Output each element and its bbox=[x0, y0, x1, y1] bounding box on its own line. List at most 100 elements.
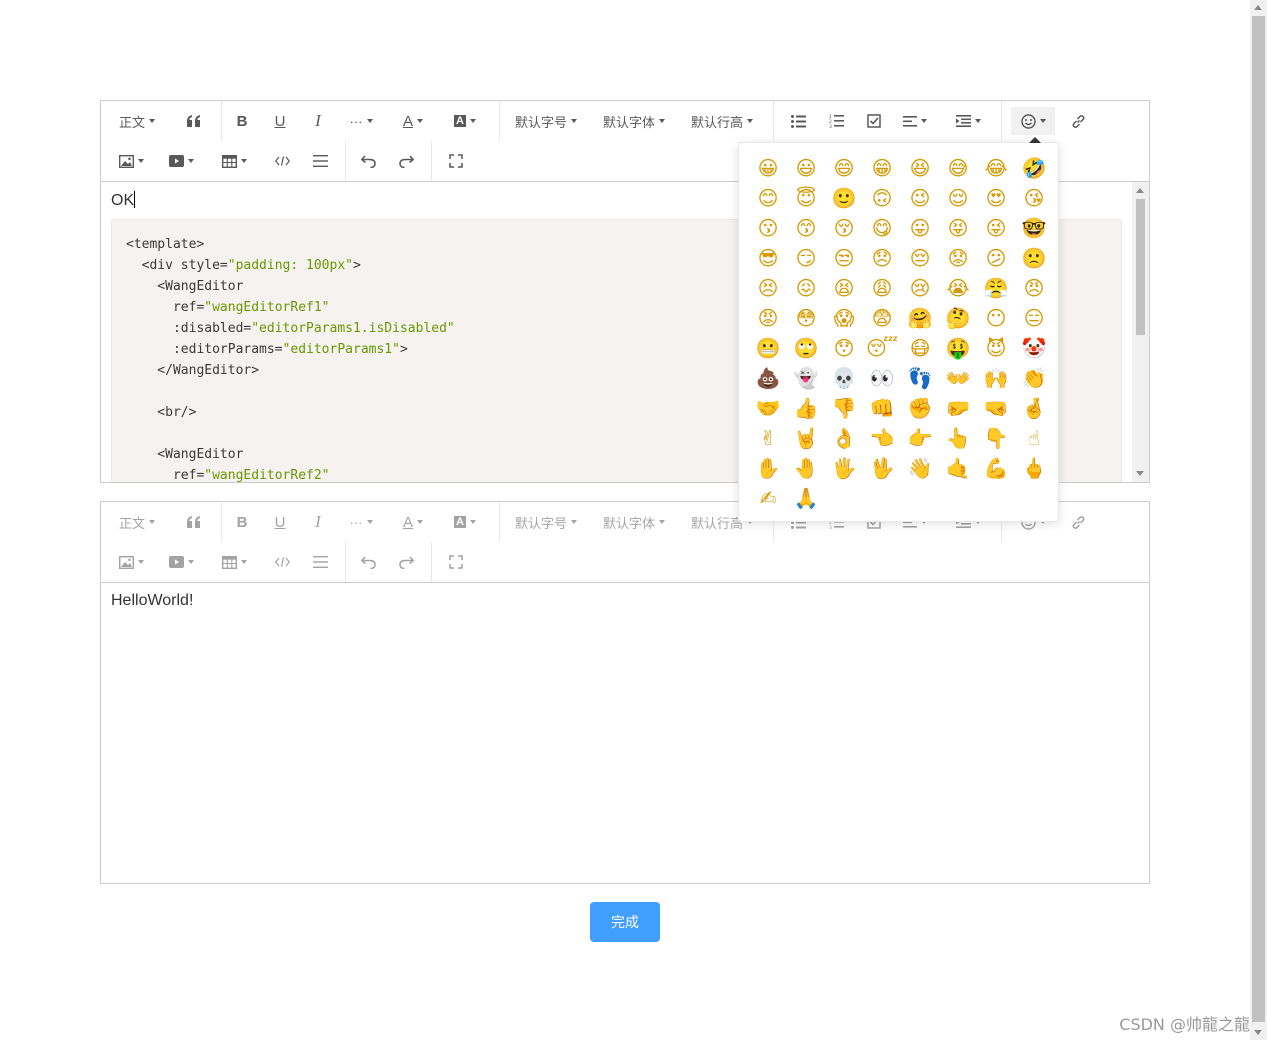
emoji-item[interactable]: 😙 bbox=[787, 213, 825, 243]
emoji-item[interactable]: 👎 bbox=[825, 393, 863, 423]
emoji-item[interactable]: 💪 bbox=[977, 453, 1015, 483]
emoji-item[interactable]: 😷 bbox=[901, 333, 939, 363]
emoji-item[interactable]: 😤 bbox=[977, 273, 1015, 303]
line-height-select[interactable]: 默认行高 bbox=[687, 107, 757, 135]
emoji-item[interactable]: 🖖 bbox=[863, 453, 901, 483]
emoji-item[interactable]: 🖐 bbox=[825, 453, 863, 483]
done-button[interactable]: 完成 bbox=[590, 902, 660, 942]
emoji-item[interactable]: 👣 bbox=[901, 363, 939, 393]
editor-content[interactable]: HelloWorld! bbox=[101, 583, 1149, 883]
italic-button[interactable]: I bbox=[303, 508, 333, 536]
emoji-item[interactable]: 💀 bbox=[825, 363, 863, 393]
emoji-item[interactable]: 👍 bbox=[787, 393, 825, 423]
emoji-item[interactable]: 😬 bbox=[749, 333, 787, 363]
emoji-item[interactable]: 😃 bbox=[787, 153, 825, 183]
emoji-item[interactable]: 🤑 bbox=[939, 333, 977, 363]
emoji-item[interactable]: 😇 bbox=[787, 183, 825, 213]
blockquote-button[interactable] bbox=[179, 508, 209, 536]
insert-image-button[interactable] bbox=[115, 147, 147, 175]
italic-button[interactable]: I bbox=[303, 107, 333, 135]
page-scroll-up-icon[interactable] bbox=[1254, 5, 1262, 10]
emoji-item[interactable]: 👻 bbox=[787, 363, 825, 393]
insert-image-button[interactable] bbox=[115, 548, 147, 576]
heading-select[interactable]: 正文 bbox=[115, 107, 159, 135]
emoji-item[interactable]: 😗 bbox=[749, 213, 787, 243]
emoji-item[interactable]: 😟 bbox=[939, 243, 977, 273]
emoji-item[interactable]: ✌ bbox=[749, 423, 787, 453]
emoji-item[interactable]: 😣 bbox=[749, 273, 787, 303]
emoji-item[interactable]: 👐 bbox=[939, 363, 977, 393]
emoji-item[interactable]: 😂 bbox=[977, 153, 1015, 183]
emoji-item[interactable]: ☝ bbox=[1015, 423, 1053, 453]
emoji-item[interactable]: 😆 bbox=[901, 153, 939, 183]
underline-button[interactable]: U bbox=[265, 107, 295, 135]
emoji-item[interactable]: ✋ bbox=[749, 453, 787, 483]
bold-button[interactable]: B bbox=[227, 107, 257, 135]
more-style-button[interactable]: ··· bbox=[345, 107, 377, 135]
emoji-item[interactable]: 😯 bbox=[825, 333, 863, 363]
emoji-item[interactable]: 👊 bbox=[863, 393, 901, 423]
scroll-down-arrow-icon[interactable] bbox=[1136, 471, 1144, 476]
emoji-item[interactable]: 🙂 bbox=[825, 183, 863, 213]
emoji-item[interactable]: 😘 bbox=[1015, 183, 1053, 213]
emoji-item[interactable]: 🙁 bbox=[1015, 243, 1053, 273]
emoji-item[interactable]: 👆 bbox=[939, 423, 977, 453]
emoji-item[interactable]: 🖕 bbox=[1015, 453, 1053, 483]
code-block-button[interactable] bbox=[267, 147, 297, 175]
emoji-item[interactable]: 🤗 bbox=[901, 303, 939, 333]
emoji-item[interactable]: 😞 bbox=[863, 243, 901, 273]
emoji-item[interactable]: 👈 bbox=[863, 423, 901, 453]
emoji-item[interactable]: 👇 bbox=[977, 423, 1015, 453]
emoji-item[interactable]: 😕 bbox=[977, 243, 1015, 273]
emoji-item[interactable]: 😝 bbox=[939, 213, 977, 243]
emoji-item[interactable]: 🤝 bbox=[749, 393, 787, 423]
fullscreen-button[interactable] bbox=[441, 147, 471, 175]
redo-button[interactable] bbox=[391, 147, 421, 175]
numbered-list-button[interactable]: 123 bbox=[821, 107, 851, 135]
emoji-item[interactable]: 😍 bbox=[977, 183, 1015, 213]
emoji-item[interactable]: 😉 bbox=[901, 183, 939, 213]
undo-button[interactable] bbox=[353, 147, 383, 175]
emoji-item[interactable]: 😩 bbox=[863, 273, 901, 303]
bg-color-button[interactable]: A bbox=[449, 508, 481, 536]
emoji-item[interactable]: 🤛 bbox=[939, 393, 977, 423]
emoji-item[interactable]: 😈 bbox=[977, 333, 1015, 363]
emoji-item[interactable]: 😒 bbox=[825, 243, 863, 273]
bulleted-list-button[interactable] bbox=[783, 107, 813, 135]
emoji-item[interactable]: 😛 bbox=[901, 213, 939, 243]
emoji-item[interactable]: 😠 bbox=[1015, 273, 1053, 303]
fullscreen-button[interactable] bbox=[441, 548, 471, 576]
emoji-item[interactable]: 😌 bbox=[939, 183, 977, 213]
emoji-item[interactable]: 😅 bbox=[939, 153, 977, 183]
insert-table-button[interactable] bbox=[217, 147, 251, 175]
emoji-item[interactable]: 👀 bbox=[863, 363, 901, 393]
emoji-item[interactable]: 👋 bbox=[901, 453, 939, 483]
code-block-button[interactable] bbox=[267, 548, 297, 576]
emoji-item[interactable]: 🤞 bbox=[1015, 393, 1053, 423]
emoji-item[interactable]: 😋 bbox=[863, 213, 901, 243]
more-style-button[interactable]: ··· bbox=[345, 508, 377, 536]
emoji-item[interactable]: 😨 bbox=[863, 303, 901, 333]
emoji-item[interactable]: 😖 bbox=[787, 273, 825, 303]
page-scroll-down-icon[interactable] bbox=[1254, 1030, 1262, 1035]
emoji-item[interactable]: 😫 bbox=[825, 273, 863, 303]
justify-select[interactable] bbox=[899, 107, 931, 135]
font-family-select[interactable]: 默认字体 bbox=[599, 107, 669, 135]
bold-button[interactable]: B bbox=[227, 508, 257, 536]
emoji-item[interactable]: 💩 bbox=[749, 363, 787, 393]
scroll-up-arrow-icon[interactable] bbox=[1136, 188, 1144, 193]
emoji-item[interactable]: 😢 bbox=[901, 273, 939, 303]
emoji-item[interactable]: ✍ bbox=[749, 483, 787, 513]
heading-select[interactable]: 正文 bbox=[115, 508, 159, 536]
emoji-item[interactable]: 🤡 bbox=[1015, 333, 1053, 363]
todo-button[interactable] bbox=[859, 107, 889, 135]
font-size-select[interactable]: 默认字号 bbox=[511, 508, 581, 536]
undo-button[interactable] bbox=[353, 548, 383, 576]
font-size-select[interactable]: 默认字号 bbox=[511, 107, 581, 135]
emoji-item[interactable]: 🤙 bbox=[939, 453, 977, 483]
page-scrollbar[interactable] bbox=[1250, 0, 1267, 1040]
emoji-item[interactable]: 😄 bbox=[825, 153, 863, 183]
redo-button[interactable] bbox=[391, 548, 421, 576]
emoji-item[interactable]: 😜 bbox=[977, 213, 1015, 243]
emoji-item[interactable]: 😶 bbox=[977, 303, 1015, 333]
